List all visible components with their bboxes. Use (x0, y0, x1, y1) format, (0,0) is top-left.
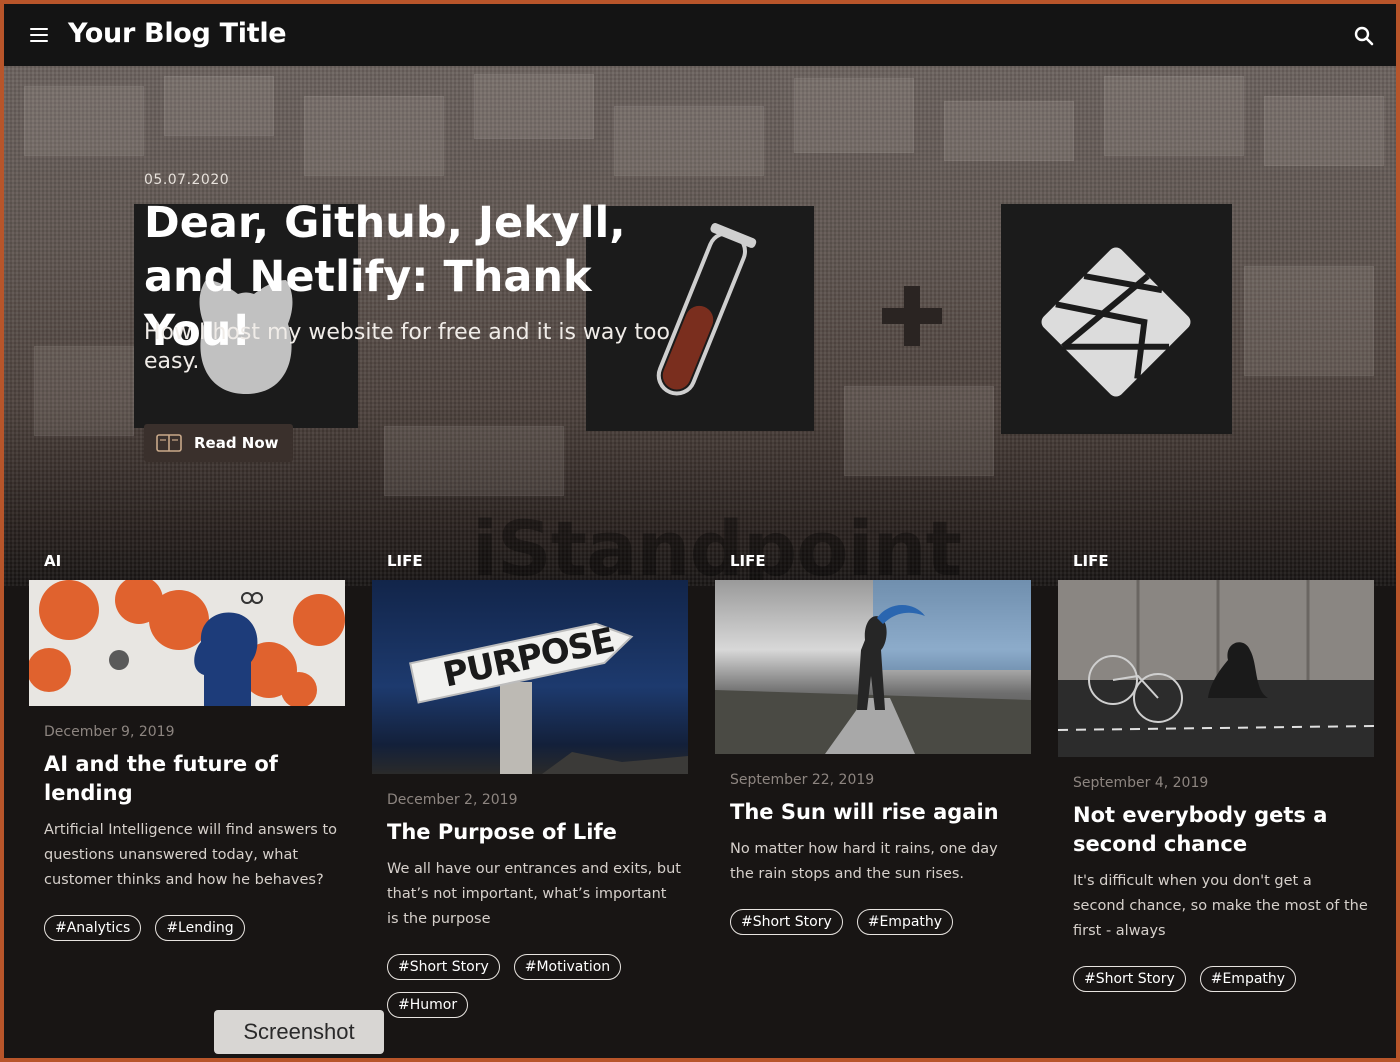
tag-chip[interactable]: #Short Story (1073, 966, 1186, 992)
card-title[interactable]: Not everybody gets a second chance (1073, 801, 1368, 859)
tag-chip[interactable]: #Humor (387, 992, 469, 1018)
card-date: September 4, 2019 (1073, 775, 1209, 791)
read-now-button[interactable]: Read Now (144, 424, 293, 462)
card-tags: #Short Story #Motivation #Humor (387, 954, 682, 1018)
plus-icon (882, 286, 942, 346)
read-now-label: Read Now (194, 434, 279, 452)
hero-background-book (944, 101, 1074, 161)
card-category[interactable]: LIFE (1058, 552, 1374, 580)
card-title[interactable]: AI and the future of lending (44, 750, 339, 808)
post-card[interactable]: LIFE September 4, 2019 Not everybody get… (1058, 552, 1374, 992)
hero-background-book (1264, 96, 1384, 166)
hero-background-book (1104, 76, 1244, 156)
hero-background-book (304, 96, 444, 176)
tag-chip[interactable]: #Analytics (44, 915, 142, 941)
card-image-rain[interactable] (715, 580, 1031, 754)
hero-banner: iStandpoint 05.07.2020 Dear, Github, Jek… (4, 66, 1396, 593)
hero-background-book (844, 386, 994, 476)
hero-background-book (794, 78, 914, 153)
card-excerpt: No matter how hard it rains, one day the… (730, 841, 998, 882)
tag-chip[interactable]: #Short Story (387, 954, 500, 980)
tag-chip[interactable]: #Empathy (1199, 966, 1297, 992)
card-category[interactable]: AI (29, 552, 345, 580)
hero-post-subtitle: How I host my website for free and it is… (144, 320, 670, 374)
card-date: December 2, 2019 (387, 792, 518, 808)
card-title[interactable]: The Purpose of Life (387, 818, 682, 847)
hamburger-menu-icon[interactable] (30, 28, 48, 42)
tag-chip[interactable]: #Lending (155, 915, 245, 941)
hero-post-date: 05.07.2020 (144, 172, 230, 188)
card-image-bicycle[interactable] (1058, 580, 1374, 757)
tag-chip[interactable]: #Motivation (513, 954, 622, 980)
hero-background-book (1244, 266, 1374, 376)
card-title[interactable]: The Sun will rise again (730, 798, 1025, 827)
card-image-purpose[interactable]: PURPOSE (372, 580, 688, 774)
card-date: September 22, 2019 (730, 772, 875, 788)
blog-title[interactable]: Your Blog Title (68, 18, 287, 49)
card-excerpt: It's difficult when you don't get a seco… (1073, 873, 1368, 939)
card-tags: #Short Story #Empathy (1073, 966, 1368, 992)
card-category[interactable]: LIFE (715, 552, 1031, 580)
card-image-ai[interactable] (29, 580, 345, 706)
post-card[interactable]: LIFE September 22, 2019 The Sun will ris… (715, 552, 1031, 935)
browser-frame: iStandpoint 05.07.2020 Dear, Github, Jek… (4, 4, 1396, 1058)
post-card[interactable]: AI December 9, 2019 AI and the future of… (29, 552, 345, 941)
search-icon[interactable] (1354, 26, 1374, 46)
card-tags: #Analytics #Lending (44, 915, 339, 941)
screenshot-tooltip[interactable]: Screenshot (214, 1010, 384, 1054)
hero-background-book (474, 74, 594, 139)
book-icon (156, 434, 182, 452)
hero-background-book (24, 86, 144, 156)
netlify-logo-tile (1001, 204, 1232, 434)
card-category[interactable]: LIFE (372, 552, 688, 580)
hero-background-book (164, 76, 274, 136)
card-excerpt: We all have our entrances and exits, but… (387, 861, 681, 927)
hero-background-book (614, 106, 764, 176)
tag-chip[interactable]: #Short Story (730, 909, 843, 935)
card-tags: #Short Story #Empathy (730, 909, 1025, 935)
hero-background-book (384, 426, 564, 496)
netlify-diamond-icon (1041, 247, 1191, 397)
hero-background-book (34, 346, 134, 436)
tag-chip[interactable]: #Empathy (856, 909, 954, 935)
card-date: December 9, 2019 (44, 724, 175, 740)
post-card[interactable]: LIFE PURPOSE December 2, 2019 The Purpos… (372, 552, 688, 1018)
top-navigation-bar: Your Blog Title (4, 4, 1396, 66)
card-excerpt: Artificial Intelligence will find answer… (44, 822, 338, 888)
